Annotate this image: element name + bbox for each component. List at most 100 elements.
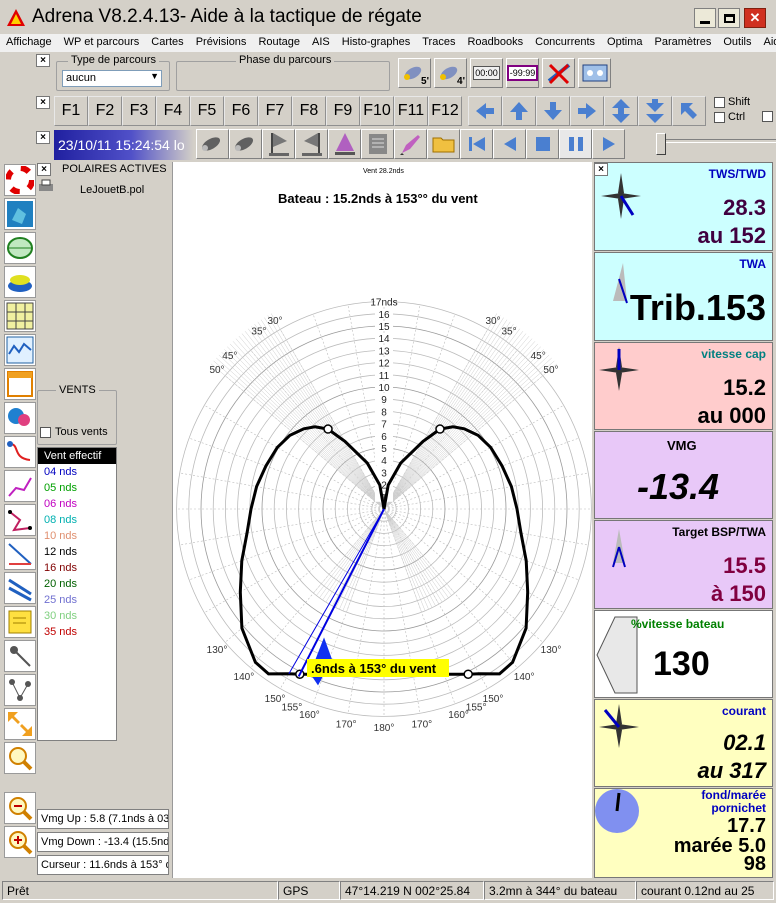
polar-chart-area[interactable]: 1 2 3 4 5 6 7 8 9 10 11 12 13 14 15 16 17nds 50° 45° 35° 30…: [172, 162, 592, 878]
horn-start-button[interactable]: [196, 129, 229, 159]
pause-button[interactable]: [559, 129, 592, 159]
polar-chart[interactable]: 1234567891011121314151617nds 50°45°35°30…: [173, 162, 593, 878]
arrow-left-button[interactable]: [468, 96, 502, 126]
wind-item-10[interactable]: 10 nds: [38, 528, 116, 544]
wind-item-06[interactable]: 06 nds: [38, 496, 116, 512]
slider-thumb[interactable]: [656, 133, 666, 155]
report-button[interactable]: [361, 129, 394, 159]
wind-item-35[interactable]: 35 nds: [38, 624, 116, 640]
pencil-button[interactable]: [394, 129, 427, 159]
close-window-button[interactable]: ✕: [744, 8, 766, 28]
polaires-close-button[interactable]: ×: [37, 163, 51, 176]
window-button[interactable]: [4, 368, 36, 400]
vmg-panel[interactable]: VMG -13.4: [594, 431, 773, 519]
open-folder-button[interactable]: [427, 129, 460, 159]
percent-speed-panel[interactable]: %vitesse bateau 130: [594, 610, 773, 698]
vitesse-cap-panel[interactable]: vitesse cap 15.2 au 000: [594, 342, 773, 430]
menu-routage[interactable]: Routage: [252, 34, 306, 52]
menu-parametres[interactable]: Paramètres: [649, 34, 718, 52]
layers-button[interactable]: [4, 266, 36, 298]
menu-aide[interactable]: Aide: [758, 34, 776, 52]
arrow-right-button[interactable]: [570, 96, 604, 126]
f2-key[interactable]: F2: [88, 96, 122, 126]
tws-twd-panel[interactable]: TWS/TWD 28.3 au 152: [594, 162, 773, 251]
f5-key[interactable]: F5: [190, 96, 224, 126]
minimize-button[interactable]: [694, 8, 716, 28]
courant-panel[interactable]: courant 02.1 au 317: [594, 699, 773, 787]
ctrl-checkbox[interactable]: Ctrl: [714, 111, 745, 123]
wind-item-08[interactable]: 08 nds: [38, 512, 116, 528]
network-button[interactable]: [4, 674, 36, 706]
skip-start-button[interactable]: [460, 129, 493, 159]
menu-previsions[interactable]: Prévisions: [190, 34, 253, 52]
maree-panel[interactable]: fond/marée pornichet 17.7 marée 5.0 98: [594, 788, 773, 878]
maximize-button[interactable]: [718, 8, 740, 28]
stop-button[interactable]: [526, 129, 559, 159]
expand-vertical-button[interactable]: [604, 96, 638, 126]
wind-item-12[interactable]: 12 nds: [38, 544, 116, 560]
menu-traces[interactable]: Traces: [416, 34, 461, 52]
f12-key[interactable]: F12: [428, 96, 462, 126]
graph-button[interactable]: [4, 334, 36, 366]
f7-key[interactable]: F7: [258, 96, 292, 126]
type-parcours-select[interactable]: aucun ▼: [62, 70, 162, 87]
menu-cartes[interactable]: Cartes: [145, 34, 189, 52]
measure-button[interactable]: [4, 640, 36, 672]
timer-button[interactable]: 00:00: [470, 58, 503, 88]
countdown-4-button[interactable]: 4': [434, 58, 467, 88]
f1-key[interactable]: F1: [54, 96, 88, 126]
zoom-in-button[interactable]: [4, 826, 36, 858]
menu-concurrents[interactable]: Concurrents: [529, 34, 601, 52]
countdown-display-button[interactable]: -99:99: [506, 58, 539, 88]
printer-button[interactable]: [38, 179, 54, 196]
competitors-button[interactable]: [4, 572, 36, 604]
horn-end-button[interactable]: [229, 129, 262, 159]
arrow-down-button[interactable]: [536, 96, 570, 126]
route-button[interactable]: [4, 436, 36, 468]
f3-key[interactable]: F3: [122, 96, 156, 126]
menu-outils[interactable]: Outils: [717, 34, 757, 52]
map-button[interactable]: [4, 198, 36, 230]
waypoints-button[interactable]: [4, 504, 36, 536]
target-panel[interactable]: Target BSP/TWA 15.5 à 150: [594, 520, 773, 609]
wind-list[interactable]: Vent effectif 04 nds 05 nds 06 nds 08 nd…: [37, 447, 117, 741]
cancel-start-button[interactable]: [542, 58, 575, 88]
replay-slider[interactable]: [656, 131, 776, 159]
menu-wp-parcours[interactable]: WP et parcours: [58, 34, 146, 52]
globe-button[interactable]: [4, 232, 36, 264]
menu-ais[interactable]: AIS: [306, 34, 336, 52]
arrow-up-button[interactable]: [502, 96, 536, 126]
sail-button[interactable]: [328, 129, 361, 159]
lifebuoy-button[interactable]: [4, 164, 36, 196]
f6-key[interactable]: F6: [224, 96, 258, 126]
menu-optima[interactable]: Optima: [601, 34, 648, 52]
panels-close-button[interactable]: ×: [594, 163, 608, 176]
step-back-button[interactable]: [493, 129, 526, 159]
zoom-out-button[interactable]: [4, 792, 36, 824]
expand-button[interactable]: [4, 708, 36, 740]
flag-right-button[interactable]: [295, 129, 328, 159]
notes-button[interactable]: [4, 606, 36, 638]
menu-affichage[interactable]: Affichage: [0, 34, 58, 52]
record-tape-button[interactable]: [578, 58, 611, 88]
wind-item-05[interactable]: 05 nds: [38, 480, 116, 496]
arrow-up-left-button[interactable]: [672, 96, 706, 126]
weather-button[interactable]: [4, 402, 36, 434]
menu-roadbooks[interactable]: Roadbooks: [461, 34, 529, 52]
f4-key[interactable]: F4: [156, 96, 190, 126]
layline-button[interactable]: [4, 538, 36, 570]
toolbar3-close-button[interactable]: ×: [36, 131, 50, 144]
f8-key[interactable]: F8: [292, 96, 326, 126]
collapse-down-button[interactable]: [638, 96, 672, 126]
f11-key[interactable]: F11: [394, 96, 428, 126]
flag-left-button[interactable]: [262, 129, 295, 159]
f10-key[interactable]: F10: [360, 96, 394, 126]
wind-item-20[interactable]: 20 nds: [38, 576, 116, 592]
wind-item-25[interactable]: 25 nds: [38, 592, 116, 608]
all-winds-checkbox[interactable]: Tous vents: [40, 426, 108, 438]
wind-item-30[interactable]: 30 nds: [38, 608, 116, 624]
countdown-5-button[interactable]: 5': [398, 58, 431, 88]
shift-checkbox[interactable]: Shift: [714, 96, 750, 108]
f9-key[interactable]: F9: [326, 96, 360, 126]
wind-item-04[interactable]: 04 nds: [38, 464, 116, 480]
